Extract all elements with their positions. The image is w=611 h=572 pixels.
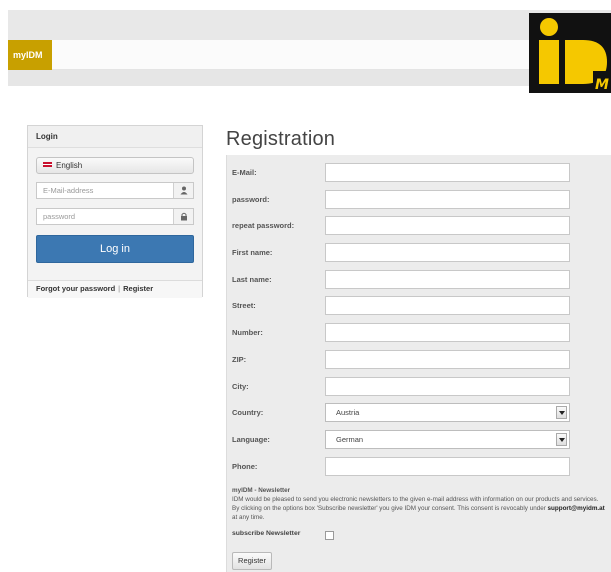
number-label: Number: xyxy=(232,328,263,337)
language-label: English xyxy=(56,161,83,170)
country-value: Austria xyxy=(336,408,360,417)
number-field[interactable] xyxy=(325,323,570,342)
user-icon xyxy=(173,183,193,198)
email-input[interactable]: E-Mail-address xyxy=(36,182,194,199)
uk-flag-icon xyxy=(43,162,52,168)
street-label: Street: xyxy=(232,301,256,310)
footer-separator: | xyxy=(118,284,121,293)
form-row-first-name: First name: xyxy=(227,243,611,262)
language-value: German xyxy=(336,435,364,444)
login-title: Login xyxy=(28,126,202,148)
form-row-number: Number: xyxy=(227,323,611,342)
form-row-language: Language: German xyxy=(227,430,611,449)
form-row-phone: Phone: xyxy=(227,457,611,476)
login-button[interactable]: Log in xyxy=(36,235,194,263)
subscribe-newsletter-label: subscribe Newsletter xyxy=(232,530,301,537)
form-row-city: City: xyxy=(227,377,611,396)
navbar: myIDM xyxy=(8,40,611,70)
newsletter-title: myIDM - Newsletter xyxy=(232,487,291,494)
chevron-down-icon[interactable] xyxy=(556,406,567,419)
phone-field[interactable] xyxy=(325,457,570,476)
newsletter-info: myIDM - Newsletter IDM would be pleased … xyxy=(232,486,606,522)
repeat-password-field[interactable] xyxy=(325,216,570,235)
newsletter-text-end: at any time. xyxy=(232,514,265,521)
zip-label: ZIP: xyxy=(232,355,247,364)
chevron-down-icon[interactable] xyxy=(556,433,567,446)
header-bottom-band xyxy=(8,70,611,86)
email-field[interactable] xyxy=(325,163,570,182)
zip-field[interactable] xyxy=(325,350,570,369)
password-placeholder: password xyxy=(43,212,76,221)
form-row-repeat-password: repeat password: xyxy=(227,216,611,235)
repeat-password-label: repeat password: xyxy=(232,221,295,230)
city-label: City: xyxy=(232,382,249,391)
registration-title: Registration xyxy=(226,128,336,150)
first-name-field[interactable] xyxy=(325,243,570,262)
password-input[interactable]: password xyxy=(36,208,194,225)
newsletter-text: IDM would be pleased to send you electro… xyxy=(232,496,599,512)
logo-small-letter: M xyxy=(595,77,609,93)
first-name-label: First name: xyxy=(232,248,273,257)
email-label: E-Mail: xyxy=(232,168,257,177)
forgot-password-link[interactable]: Forgot your password xyxy=(36,284,115,293)
registration-form: E-Mail: password: repeat password: First… xyxy=(226,155,611,572)
city-field[interactable] xyxy=(325,377,570,396)
language-select[interactable]: German xyxy=(325,430,570,449)
login-footer: Forgot your password | Register xyxy=(28,280,202,298)
login-panel: Login English E-Mail-address password Lo… xyxy=(27,125,203,298)
last-name-label: Last name: xyxy=(232,275,272,284)
lock-icon xyxy=(173,209,193,224)
idm-logo-graphic: M xyxy=(529,13,611,93)
form-row-street: Street: xyxy=(227,296,611,315)
register-button[interactable]: Register xyxy=(232,552,272,570)
language-label: Language: xyxy=(232,435,270,444)
subscribe-newsletter-checkbox[interactable] xyxy=(325,531,334,540)
form-row-last-name: Last name: xyxy=(227,270,611,289)
register-link[interactable]: Register xyxy=(123,284,153,293)
password-label: password: xyxy=(232,195,270,204)
email-placeholder: E-Mail-address xyxy=(43,186,94,195)
idm-logo[interactable]: M xyxy=(529,13,611,93)
form-row-country: Country: Austria xyxy=(227,403,611,422)
last-name-field[interactable] xyxy=(325,270,570,289)
form-row-password: password: xyxy=(227,190,611,209)
country-label: Country: xyxy=(232,408,264,417)
street-field[interactable] xyxy=(325,296,570,315)
brand-label[interactable]: myIDM xyxy=(8,40,52,70)
form-row-zip: ZIP: xyxy=(227,350,611,369)
header-top-band xyxy=(8,10,611,40)
country-select[interactable]: Austria xyxy=(325,403,570,422)
phone-label: Phone: xyxy=(232,462,258,471)
form-row-email: E-Mail: xyxy=(227,163,611,182)
support-email-link[interactable]: support@myidm.at xyxy=(548,505,605,512)
language-select-button[interactable]: English xyxy=(36,157,194,174)
password-field[interactable] xyxy=(325,190,570,209)
